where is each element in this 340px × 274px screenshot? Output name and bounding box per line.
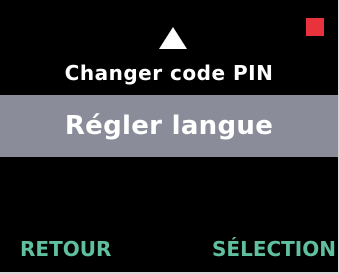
back-softkey[interactable]: RETOUR: [20, 235, 111, 263]
device-screen: Changer code PIN Régler langue RETOUR SÉ…: [0, 0, 340, 274]
select-softkey[interactable]: SÉLECTION: [212, 235, 336, 263]
menu-item-change-pin[interactable]: Changer code PIN: [0, 58, 338, 88]
scroll-up-arrow-icon[interactable]: [159, 27, 187, 49]
status-indicator-square: [306, 18, 324, 36]
status-indicator-icon: [306, 18, 324, 36]
scroll-up-triangle: [159, 27, 187, 49]
menu-item-set-language-selected[interactable]: Régler langue: [0, 95, 338, 157]
